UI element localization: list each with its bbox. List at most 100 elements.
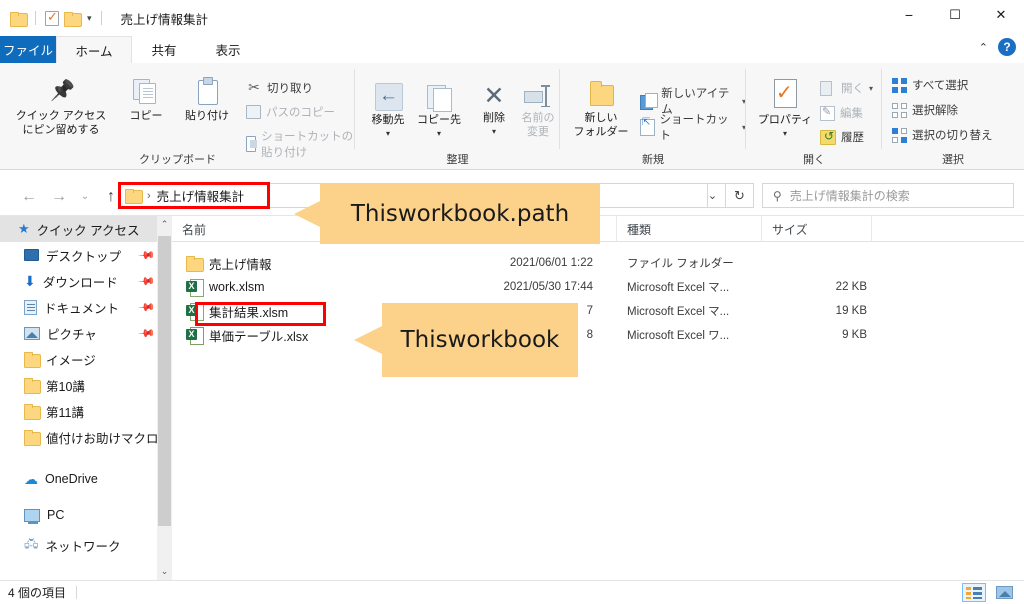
copy-button[interactable]: コピー <box>118 77 174 124</box>
organize-group-label: 整理 <box>446 154 469 166</box>
file-type-cell: Microsoft Excel マ... <box>627 282 730 294</box>
chevron-down-icon[interactable]: ▾ <box>869 84 873 93</box>
open-label: 開く <box>841 83 864 95</box>
scroll-up-icon[interactable]: ⌃ <box>157 216 172 233</box>
tab-home[interactable]: ホーム <box>56 36 132 63</box>
new-folder-button[interactable]: 新しい フォルダー <box>568 81 634 140</box>
open-button[interactable]: 開く ▾ <box>820 80 873 96</box>
star-icon: ★ <box>18 221 30 236</box>
paste-button[interactable]: 貼り付け <box>176 77 238 124</box>
tab-file[interactable]: ファイル <box>0 36 56 63</box>
edit-button[interactable]: 編集 <box>820 105 863 121</box>
select-none-icon <box>892 102 907 118</box>
copy-to-button[interactable]: コピー先 ▾ <box>413 83 465 139</box>
sidebar-scrollbar[interactable]: ⌃ ⌄ <box>157 216 172 580</box>
properties-check-icon[interactable] <box>45 9 59 26</box>
pin-label-line2: にピン留めする <box>22 123 100 136</box>
select-all-button[interactable]: すべて選択 <box>892 77 968 93</box>
table-row[interactable]: 売上げ情報 2021/06/01 1:22 ファイル フォルダー <box>172 252 1024 274</box>
file-name-cell[interactable]: work.xlsm <box>186 276 265 298</box>
cut-button[interactable]: ✂ 切り取り <box>246 79 313 96</box>
file-list-pane: 名前 種類 サイズ 売上げ情報 2021/06/01 1:22 ファイル フォル… <box>172 216 1024 580</box>
file-size-cell: 9 KB <box>842 329 867 341</box>
rename-button[interactable]: 名前の 変更 <box>515 83 561 140</box>
move-to-icon <box>373 83 403 111</box>
annotation-callout-thisworkbook-path: Thisworkbook.path <box>294 184 600 244</box>
sidebar-item-pc[interactable]: PC <box>0 502 170 528</box>
invert-selection-button[interactable]: 選択の切り替え <box>892 127 993 143</box>
chevron-down-icon[interactable]: ▾ <box>437 129 441 139</box>
file-explorer-window: ▾ 売上げ情報集計 − ☐ ✕ ファイル ホーム 共有 表示 ⌃ ? クイック … <box>0 0 1024 604</box>
forward-button[interactable]: → <box>44 182 74 212</box>
file-size-cell: 22 KB <box>835 281 867 293</box>
select-none-button[interactable]: 選択解除 <box>892 102 958 118</box>
minimize-button[interactable]: − <box>886 0 932 30</box>
search-input[interactable]: ⚲ 売上げ情報集計の検索 <box>762 183 1014 208</box>
new-folder-icon[interactable] <box>64 11 82 27</box>
invert-selection-icon <box>892 127 907 143</box>
sidebar-item-downloads[interactable]: ⬇ ダウンロード 📌 <box>0 268 170 294</box>
sidebar-item-documents[interactable]: ドキュメント 📌 <box>0 294 170 320</box>
properties-button[interactable]: プロパティ ▾ <box>754 79 816 139</box>
recent-locations-button[interactable]: ⌄ <box>74 182 96 212</box>
sidebar-item-image[interactable]: イメージ <box>0 346 170 372</box>
breadcrumb-separator: › <box>147 189 151 202</box>
chevron-down-icon[interactable]: ▾ <box>492 127 496 137</box>
delete-button[interactable]: ✕ 削除 ▾ <box>473 83 515 137</box>
sidebar-item-desktop[interactable]: デスクトップ 📌 <box>0 242 170 268</box>
callout-text: Thisworkbook <box>400 327 560 353</box>
sidebar-item-pictures[interactable]: ピクチャ 📌 <box>0 320 170 346</box>
new-folder-label-line1: 新しい <box>584 112 618 124</box>
copy-label: コピー <box>129 110 163 122</box>
file-name: work.xlsm <box>209 280 265 294</box>
select-none-label: 選択解除 <box>912 105 958 117</box>
details-view-button[interactable] <box>962 583 986 602</box>
sidebar-item-quick-access[interactable]: ★ クイック アクセス <box>0 216 170 242</box>
history-button[interactable]: 履歴 <box>820 129 864 145</box>
copy-path-button[interactable]: パスのコピー <box>246 104 335 120</box>
table-row[interactable]: 集計結果.xlsm 7 Microsoft Excel マ... 19 KB <box>172 300 1024 322</box>
column-header-extra[interactable] <box>872 216 1024 242</box>
chevron-down-icon[interactable]: ▾ <box>783 129 787 139</box>
large-icons-view-button[interactable] <box>992 583 1016 602</box>
chevron-down-icon[interactable]: ▾ <box>386 129 390 139</box>
sidebar-item-onedrive[interactable]: ☁ OneDrive <box>0 466 170 492</box>
sidebar-item-label: ダウンロード <box>42 275 118 290</box>
help-icon[interactable]: ? <box>998 38 1016 56</box>
column-header-size[interactable]: サイズ <box>762 216 872 242</box>
rename-label-line2: 変更 <box>527 125 549 138</box>
table-row[interactable]: 単価テーブル.xlsx 8 Microsoft Excel ワ... 9 KB <box>172 324 1024 346</box>
table-row[interactable]: work.xlsm 2021/05/30 17:44 Microsoft Exc… <box>172 276 1024 298</box>
file-date-cell: 2021/06/01 1:22 <box>509 257 593 269</box>
navigation-pane: ★ クイック アクセス デスクトップ 📌 ⬇ ダウンロード 📌 ドキュメント 📌… <box>0 216 170 580</box>
chevron-down-icon[interactable]: ▾ <box>87 13 92 24</box>
sidebar-item-lesson11[interactable]: 第11講 <box>0 398 170 424</box>
address-dropdown-button[interactable]: ⌄ <box>700 183 726 208</box>
maximize-button[interactable]: ☐ <box>932 0 978 30</box>
file-size-cell: 19 KB <box>835 305 867 317</box>
scrollbar-thumb[interactable] <box>158 236 171 526</box>
back-button[interactable]: ← <box>14 182 44 212</box>
tab-view[interactable]: 表示 <box>196 36 260 63</box>
column-header-type[interactable]: 種類 <box>617 216 762 242</box>
pin-to-quick-access-button[interactable]: クイック アクセス にピン留めする <box>6 77 116 138</box>
move-to-button[interactable]: 移動先 ▾ <box>363 83 413 139</box>
scroll-down-icon[interactable]: ⌄ <box>157 563 172 580</box>
file-name-cell[interactable]: 単価テーブル.xlsx <box>186 324 308 346</box>
refresh-button[interactable]: ↻ <box>726 183 754 208</box>
sidebar-item-label: 第10講 <box>46 379 85 394</box>
file-name-cell[interactable]: 集計結果.xlsm <box>186 300 288 322</box>
close-button[interactable]: ✕ <box>978 0 1024 30</box>
new-shortcut-button[interactable]: ショートカット ▾ <box>640 111 746 143</box>
collapse-ribbon-icon[interactable]: ⌃ <box>979 41 988 54</box>
sidebar-item-pricing-macro[interactable]: 値付けお助けマクロ <box>0 424 170 450</box>
breadcrumb-current-folder[interactable]: 売上げ情報集計 <box>157 186 245 205</box>
tab-share[interactable]: 共有 <box>132 36 196 63</box>
file-name-cell[interactable]: 売上げ情報 <box>186 252 272 274</box>
file-name: 集計結果.xlsm <box>209 305 289 320</box>
copy-to-label: コピー先 <box>417 114 461 126</box>
sidebar-item-network[interactable]: 🖧 ネットワーク <box>0 538 170 552</box>
history-label: 履歴 <box>841 132 864 144</box>
sidebar-item-lesson10[interactable]: 第10講 <box>0 372 170 398</box>
folder-icon[interactable] <box>10 11 28 27</box>
